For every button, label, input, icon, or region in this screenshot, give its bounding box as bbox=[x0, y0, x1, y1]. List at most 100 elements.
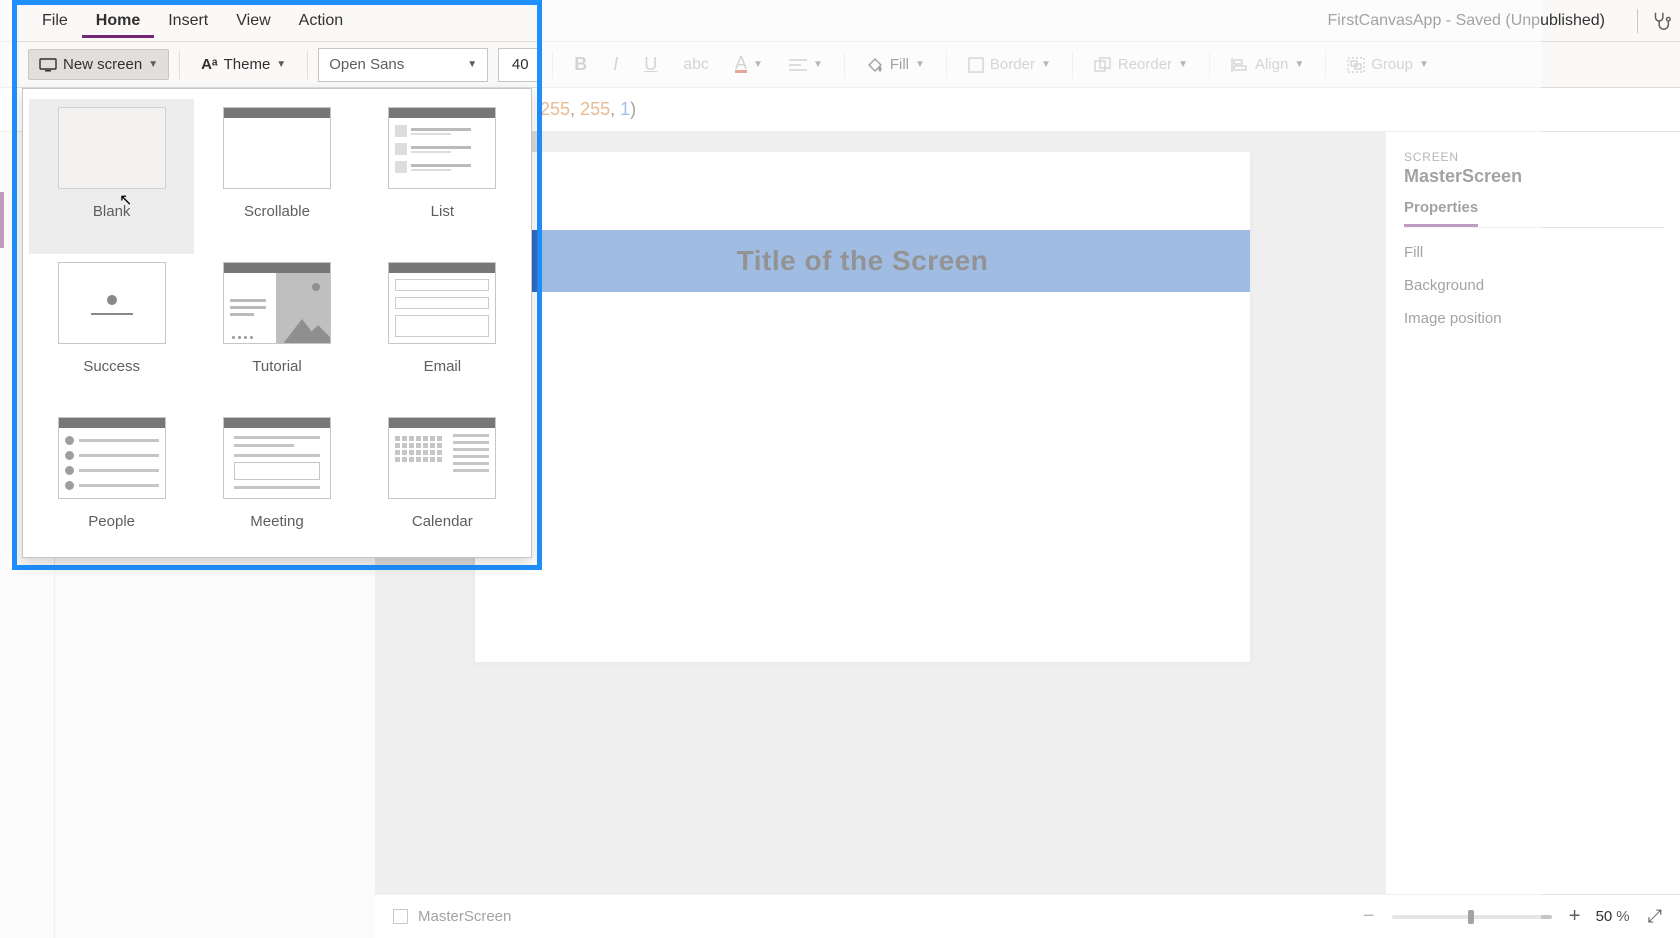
screen-title-label[interactable]: Title of the Screen bbox=[475, 230, 1250, 292]
statusbar-screen-name[interactable]: MasterScreen bbox=[418, 908, 511, 925]
new-screen-button[interactable]: New screen ▼ bbox=[28, 49, 169, 80]
font-color-button[interactable]: A ▼ bbox=[724, 49, 774, 80]
separator bbox=[844, 51, 845, 79]
stethoscope-icon[interactable] bbox=[1650, 10, 1672, 32]
template-scrollable-thumb bbox=[223, 107, 331, 189]
template-list[interactable]: List bbox=[360, 99, 525, 254]
italic-icon: I bbox=[613, 54, 618, 75]
template-tutorial-thumb bbox=[223, 262, 331, 344]
properties-tabs: Properties bbox=[1404, 199, 1664, 228]
menu-view[interactable]: View bbox=[222, 4, 284, 38]
new-screen-dropdown: Blank Scrollable List Success Tutorial bbox=[22, 88, 532, 558]
template-success-label: Success bbox=[83, 358, 140, 375]
reorder-button[interactable]: Reorder ▼ bbox=[1083, 49, 1199, 80]
properties-category: SCREEN bbox=[1404, 150, 1664, 164]
chevron-down-icon: ▼ bbox=[1178, 59, 1188, 70]
chevron-down-icon: ▼ bbox=[1041, 59, 1051, 70]
mouse-cursor-icon: ↖ bbox=[119, 190, 132, 210]
template-list-ths bbox=[388, 107, 496, 189]
theme-button[interactable]: Aᵃ Theme ▼ bbox=[190, 49, 297, 80]
separator bbox=[946, 51, 947, 79]
align-left-icon bbox=[789, 58, 807, 72]
align-objects-icon bbox=[1231, 57, 1249, 73]
separator bbox=[552, 51, 553, 79]
group-button[interactable]: Group ▼ bbox=[1336, 49, 1440, 80]
template-people[interactable]: People bbox=[29, 409, 194, 564]
zoom-slider[interactable] bbox=[1392, 915, 1552, 919]
title-divider bbox=[1637, 9, 1638, 33]
template-blank[interactable]: Blank bbox=[29, 99, 194, 254]
app-title: FirstCanvasApp - Saved (Unpublished) bbox=[1328, 12, 1625, 30]
separator bbox=[1209, 51, 1210, 79]
font-name-select[interactable]: Open Sans ▼ bbox=[318, 48, 488, 82]
reorder-label: Reorder bbox=[1118, 56, 1172, 73]
template-blank-thumb bbox=[58, 107, 166, 189]
paint-bucket-icon bbox=[866, 56, 884, 74]
zoom-in-button[interactable]: + bbox=[1564, 905, 1586, 928]
screen-checkbox-icon[interactable] bbox=[393, 909, 408, 924]
theme-label: Theme bbox=[224, 56, 271, 73]
new-screen-label: New screen bbox=[63, 56, 142, 73]
formula-text: , bbox=[610, 99, 620, 120]
template-tutorial[interactable]: Tutorial bbox=[194, 254, 359, 409]
zoom-slider-thumb[interactable] bbox=[1468, 910, 1474, 924]
strikethrough-button[interactable]: abc bbox=[672, 49, 720, 81]
chevron-down-icon: ▼ bbox=[467, 59, 477, 70]
reorder-icon bbox=[1094, 57, 1112, 73]
status-bar: MasterScreen − + 50 % ⤢ bbox=[375, 894, 1680, 938]
formula-arg-1: 255 bbox=[540, 99, 570, 120]
template-meeting-label: Meeting bbox=[250, 513, 303, 530]
fill-button[interactable]: Fill ▼ bbox=[855, 49, 936, 81]
property-image-position[interactable]: Image position bbox=[1404, 310, 1664, 327]
template-email-thumb bbox=[388, 262, 496, 344]
template-email[interactable]: Email bbox=[360, 254, 525, 409]
formula-text: , bbox=[570, 99, 580, 120]
formula-arg-2: 255 bbox=[580, 99, 610, 120]
menu-home[interactable]: Home bbox=[82, 4, 154, 38]
property-background[interactable]: Background bbox=[1404, 277, 1664, 294]
align-button[interactable]: Align ▼ bbox=[1220, 49, 1315, 80]
bold-icon: B bbox=[574, 54, 587, 75]
template-success[interactable]: Success bbox=[29, 254, 194, 409]
template-people-thumb bbox=[58, 417, 166, 499]
template-success-thumb bbox=[58, 262, 166, 344]
group-label: Group bbox=[1371, 56, 1413, 73]
zoom-out-button[interactable]: − bbox=[1358, 905, 1380, 928]
zoom-unit: % bbox=[1616, 908, 1629, 925]
text-align-button[interactable]: ▼ bbox=[778, 51, 834, 79]
template-calendar[interactable]: Calendar bbox=[360, 409, 525, 564]
menu-file[interactable]: File bbox=[28, 4, 82, 38]
menu-action[interactable]: Action bbox=[285, 4, 357, 38]
strikethrough-icon: abc bbox=[683, 56, 709, 74]
separator bbox=[1325, 51, 1326, 79]
fullscreen-icon[interactable]: ⤢ bbox=[1648, 906, 1662, 927]
theme-icon: Aᵃ bbox=[201, 56, 218, 73]
border-label: Border bbox=[990, 56, 1035, 73]
screen-canvas[interactable]: Title of the Screen bbox=[475, 152, 1250, 662]
zoom-value: 50 bbox=[1596, 908, 1613, 925]
chevron-down-icon: ▼ bbox=[813, 59, 823, 70]
template-scrollable-label: Scrollable bbox=[244, 203, 310, 220]
font-size-input[interactable]: 40 bbox=[498, 48, 542, 82]
template-meeting-thumb bbox=[223, 417, 331, 499]
formula-text: ) bbox=[630, 99, 636, 120]
tab-properties[interactable]: Properties bbox=[1404, 199, 1478, 227]
property-fill[interactable]: Fill bbox=[1404, 244, 1664, 261]
properties-panel: SCREEN MasterScreen Properties Fill Back… bbox=[1385, 132, 1680, 894]
chevron-down-icon: ▼ bbox=[1294, 59, 1304, 70]
menu-insert[interactable]: Insert bbox=[154, 4, 222, 38]
underline-button[interactable]: U bbox=[633, 47, 668, 82]
template-meeting[interactable]: Meeting bbox=[194, 409, 359, 564]
template-scrollable[interactable]: Scrollable bbox=[194, 99, 359, 254]
bold-button[interactable]: B bbox=[563, 47, 598, 82]
template-email-label: Email bbox=[424, 358, 462, 375]
fill-label: Fill bbox=[890, 56, 909, 73]
main-menu: File Home Insert View Action bbox=[0, 4, 357, 38]
italic-button[interactable]: I bbox=[602, 47, 629, 82]
template-calendar-label: Calendar bbox=[412, 513, 473, 530]
separator bbox=[307, 51, 308, 79]
chevron-down-icon: ▼ bbox=[1419, 59, 1429, 70]
border-button[interactable]: Border ▼ bbox=[957, 49, 1062, 80]
font-color-icon: A bbox=[735, 56, 747, 73]
title-bar: File Home Insert View Action FirstCanvas… bbox=[0, 0, 1680, 42]
